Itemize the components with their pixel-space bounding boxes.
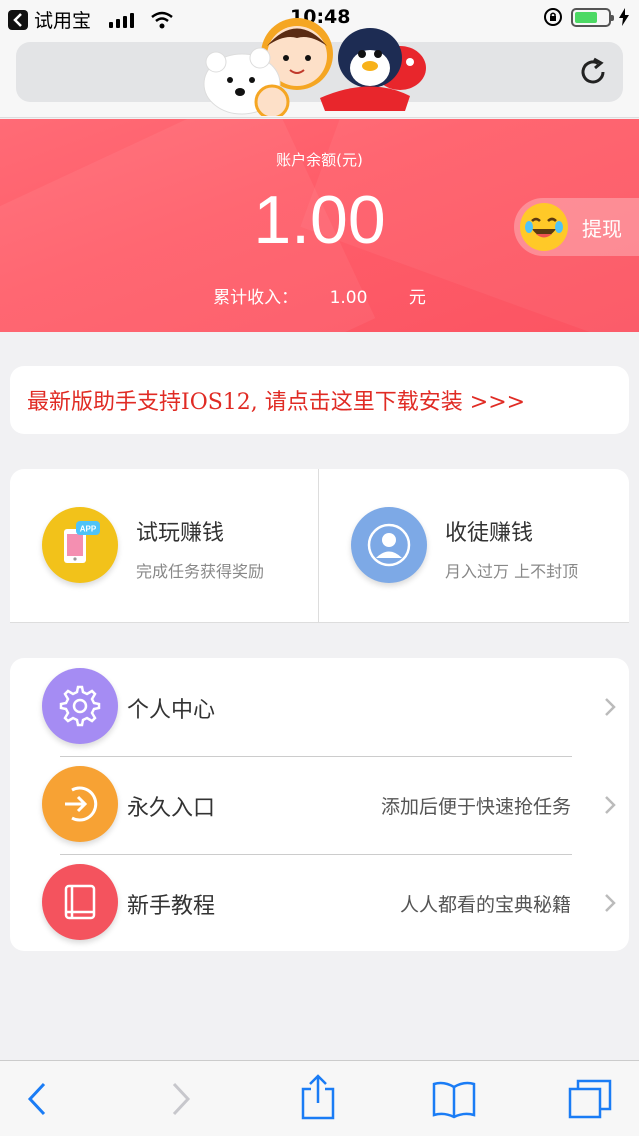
mascot-illustration: [203, 18, 426, 116]
back-to-app[interactable]: 试用宝: [8, 6, 174, 33]
bookmarks-icon[interactable]: [430, 1079, 478, 1119]
charging-icon: [619, 8, 629, 26]
balance-label: 账户余额(元): [276, 151, 363, 169]
menu-list: 个人中心 永久入口 添加后便于快速抢任务 新手教程 人人都看的宝典秘籍: [10, 658, 629, 951]
menu-item-label: 个人中心: [127, 698, 216, 723]
earn-card-recruit[interactable]: 收徒赚钱 月入过万 上不封顶: [319, 469, 627, 623]
menu-item-label: 新手教程: [127, 894, 216, 919]
total-income-unit: 元: [408, 288, 426, 308]
chevron-right-icon: [605, 894, 616, 912]
share-icon[interactable]: [298, 1073, 338, 1121]
book-icon: [42, 864, 118, 940]
total-income-label: 累计收入：: [213, 288, 299, 308]
earn-card-title: 收徒赚钱: [445, 521, 534, 546]
person-icon: [351, 507, 427, 583]
menu-item-shortcut[interactable]: 永久入口 添加后便于快速抢任务: [10, 756, 629, 854]
earn-card-title: 试玩赚钱: [136, 521, 225, 546]
earn-card-trial[interactable]: APP 试玩赚钱 完成任务获得奖励: [10, 469, 318, 623]
withdraw-label: 提现: [582, 216, 622, 241]
svg-text:APP: APP: [80, 525, 97, 534]
back-app-label: 试用宝: [34, 10, 92, 32]
phone-app-icon: APP: [42, 507, 118, 583]
browser-address-area: [0, 18, 639, 118]
menu-item-tutorial[interactable]: 新手教程 人人都看的宝典秘籍: [10, 854, 629, 952]
menu-item-desc: 添加后便于快速抢任务: [380, 796, 571, 818]
rotation-lock-icon: [544, 8, 562, 26]
tabs-icon[interactable]: [568, 1079, 612, 1119]
back-icon[interactable]: [24, 1079, 50, 1119]
menu-item-label: 永久入口: [127, 796, 216, 821]
enter-arrow-icon: [42, 766, 118, 842]
laughing-emoji-icon: [520, 203, 568, 251]
wifi-icon: [151, 11, 173, 28]
browser-toolbar: [0, 1060, 639, 1136]
reload-icon[interactable]: [577, 56, 609, 88]
earn-card-subtitle: 月入过万 上不封顶: [445, 562, 579, 581]
total-income-value: 1.00: [329, 288, 368, 308]
earn-section: APP 试玩赚钱 完成任务获得奖励 收徒赚钱 月入过万 上不封顶: [10, 469, 629, 623]
download-notice[interactable]: 最新版助手支持IOS12, 请点击这里下载安装 >>>: [10, 366, 629, 434]
gear-icon: [42, 668, 118, 744]
earn-card-subtitle: 完成任务获得奖励: [136, 562, 265, 581]
withdraw-button[interactable]: 提现: [514, 198, 639, 256]
menu-item-desc: 人人都看的宝典秘籍: [399, 894, 571, 916]
total-income: 累计收入： 1.00 元: [0, 283, 639, 308]
balance-panel: 账户余额(元) 1.00 累计收入： 1.00 元 提现: [0, 119, 639, 332]
page: 试用宝 10:48 账户余额(元) 1.00 累计收入： 1.00 元 提现 最…: [0, 0, 639, 1136]
forward-icon[interactable]: [168, 1079, 194, 1119]
battery-icon: [571, 7, 614, 27]
signal-icon: [109, 12, 135, 28]
menu-item-profile[interactable]: 个人中心: [10, 658, 629, 756]
chevron-right-icon: [605, 796, 616, 814]
chevron-right-icon: [605, 698, 616, 716]
back-arrow-icon: [8, 9, 28, 30]
notice-text: 最新版助手支持IOS12, 请点击这里下载安装 >>>: [27, 390, 526, 415]
